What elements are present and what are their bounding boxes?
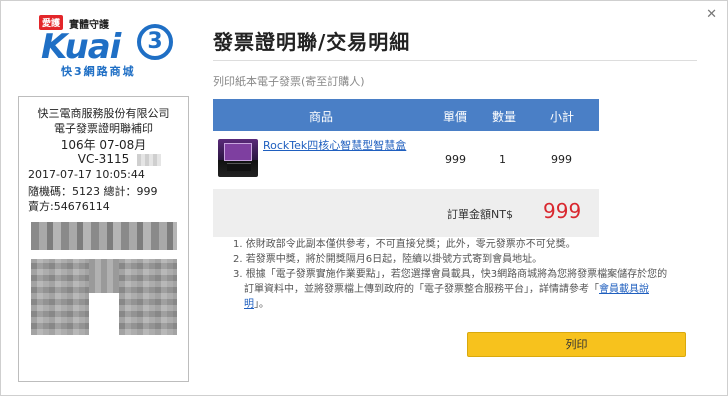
product-link[interactable]: RockTek四核心智慧型智慧盒 — [263, 137, 406, 153]
table-header: 商品 單價 數量 小計 — [213, 99, 599, 131]
receipt-random-total: 隨機碼：5123 總計：999 — [28, 185, 158, 198]
receipt-blurred-digits — [137, 154, 161, 166]
note-text: 訂單資料中，並將發票檔上傳到政府的「電子發票整合服務平台」，詳情請參考「 — [244, 284, 599, 295]
print-button[interactable]: 列印 — [467, 332, 686, 357]
receipt-qr-right — [119, 259, 177, 335]
product-image — [218, 139, 258, 177]
row-quantity: 1 — [499, 153, 506, 166]
note-item-continued: 訂單資料中，並將發票檔上傳到政府的「電子發票整合服務平台」，詳情請參考「會員載具… — [233, 282, 703, 297]
table-row: RockTek四核心智慧型智慧盒 999 1 999 — [213, 131, 599, 187]
row-subtotal: 999 — [551, 153, 572, 166]
order-total-value: 999 — [543, 199, 582, 223]
logo-brand: Kuai — [41, 27, 121, 67]
receipt-qr-left — [31, 259, 89, 335]
logo-chinese-name: 快3網路商城 — [61, 65, 136, 78]
close-icon[interactable]: ✕ — [706, 7, 717, 22]
notes-list: 1. 依財政部令此副本僅供參考，不可直接兌獎；此外，零元發票亦不可兌獎。 2. … — [233, 237, 703, 312]
invoice-modal: ✕ 愛護 實體守護 Kuai 3 快3網路商城 快三電商服務股份有限公司 電子發… — [0, 0, 728, 396]
receipt-seller: 賣方:54676114 — [28, 200, 110, 213]
invoice-receipt-preview: 快三電商服務股份有限公司 電子發票證明聯補印 106年 07-08月 VC-31… — [18, 96, 189, 382]
modal-title: 發票證明聯/交易明細 — [213, 30, 411, 54]
receipt-qr-middle — [89, 259, 119, 293]
product-image-tv — [224, 143, 252, 161]
receipt-company: 快三電商服務股份有限公司 — [37, 107, 170, 120]
receipt-barcode — [31, 222, 177, 250]
header-product: 商品 — [309, 110, 334, 124]
note-item: 1. 依財政部令此副本僅供參考，不可直接兌獎；此外，零元發票亦不可兌獎。 — [233, 239, 576, 250]
modal-subtitle: 列印紙本電子發票(寄至訂購人) — [213, 75, 365, 88]
receipt-period: 106年 07-08月 — [60, 138, 147, 152]
member-carrier-link-end[interactable]: 明 — [244, 299, 254, 310]
product-image-box — [227, 163, 251, 171]
note-item-continued: 明」。 — [233, 297, 703, 312]
header-quantity: 數量 — [492, 110, 517, 124]
receipt-datetime: 2017-07-17 10:05:44 — [28, 168, 145, 181]
note-item: 2. 若發票中獎，將於開獎隔月6日起，陸續以掛號方式寄到會員地址。 — [233, 254, 543, 265]
order-total-label: 訂單金額NT$ — [447, 208, 513, 221]
kuai3-logo: 愛護 實體守護 Kuai 3 快3網路商城 — [19, 15, 189, 83]
receipt-invoice-code: VC-3115 — [77, 152, 130, 166]
row-unit-price: 999 — [445, 153, 466, 166]
note-end: 」。 — [254, 299, 269, 310]
logo-number: 3 — [137, 24, 173, 60]
note-item: 3. 根據「電子發票實施作業要點」，若您選擇會員載具，快3網路商城將為您將發票檔… — [233, 269, 668, 280]
order-total-row: 訂單金額NT$ 999 — [213, 189, 599, 237]
member-carrier-link[interactable]: 會員載具說 — [599, 284, 649, 295]
header-unit-price: 單價 — [443, 110, 468, 124]
title-divider — [213, 60, 697, 61]
receipt-title: 電子發票證明聯補印 — [54, 122, 153, 135]
header-subtotal: 小計 — [550, 110, 575, 124]
